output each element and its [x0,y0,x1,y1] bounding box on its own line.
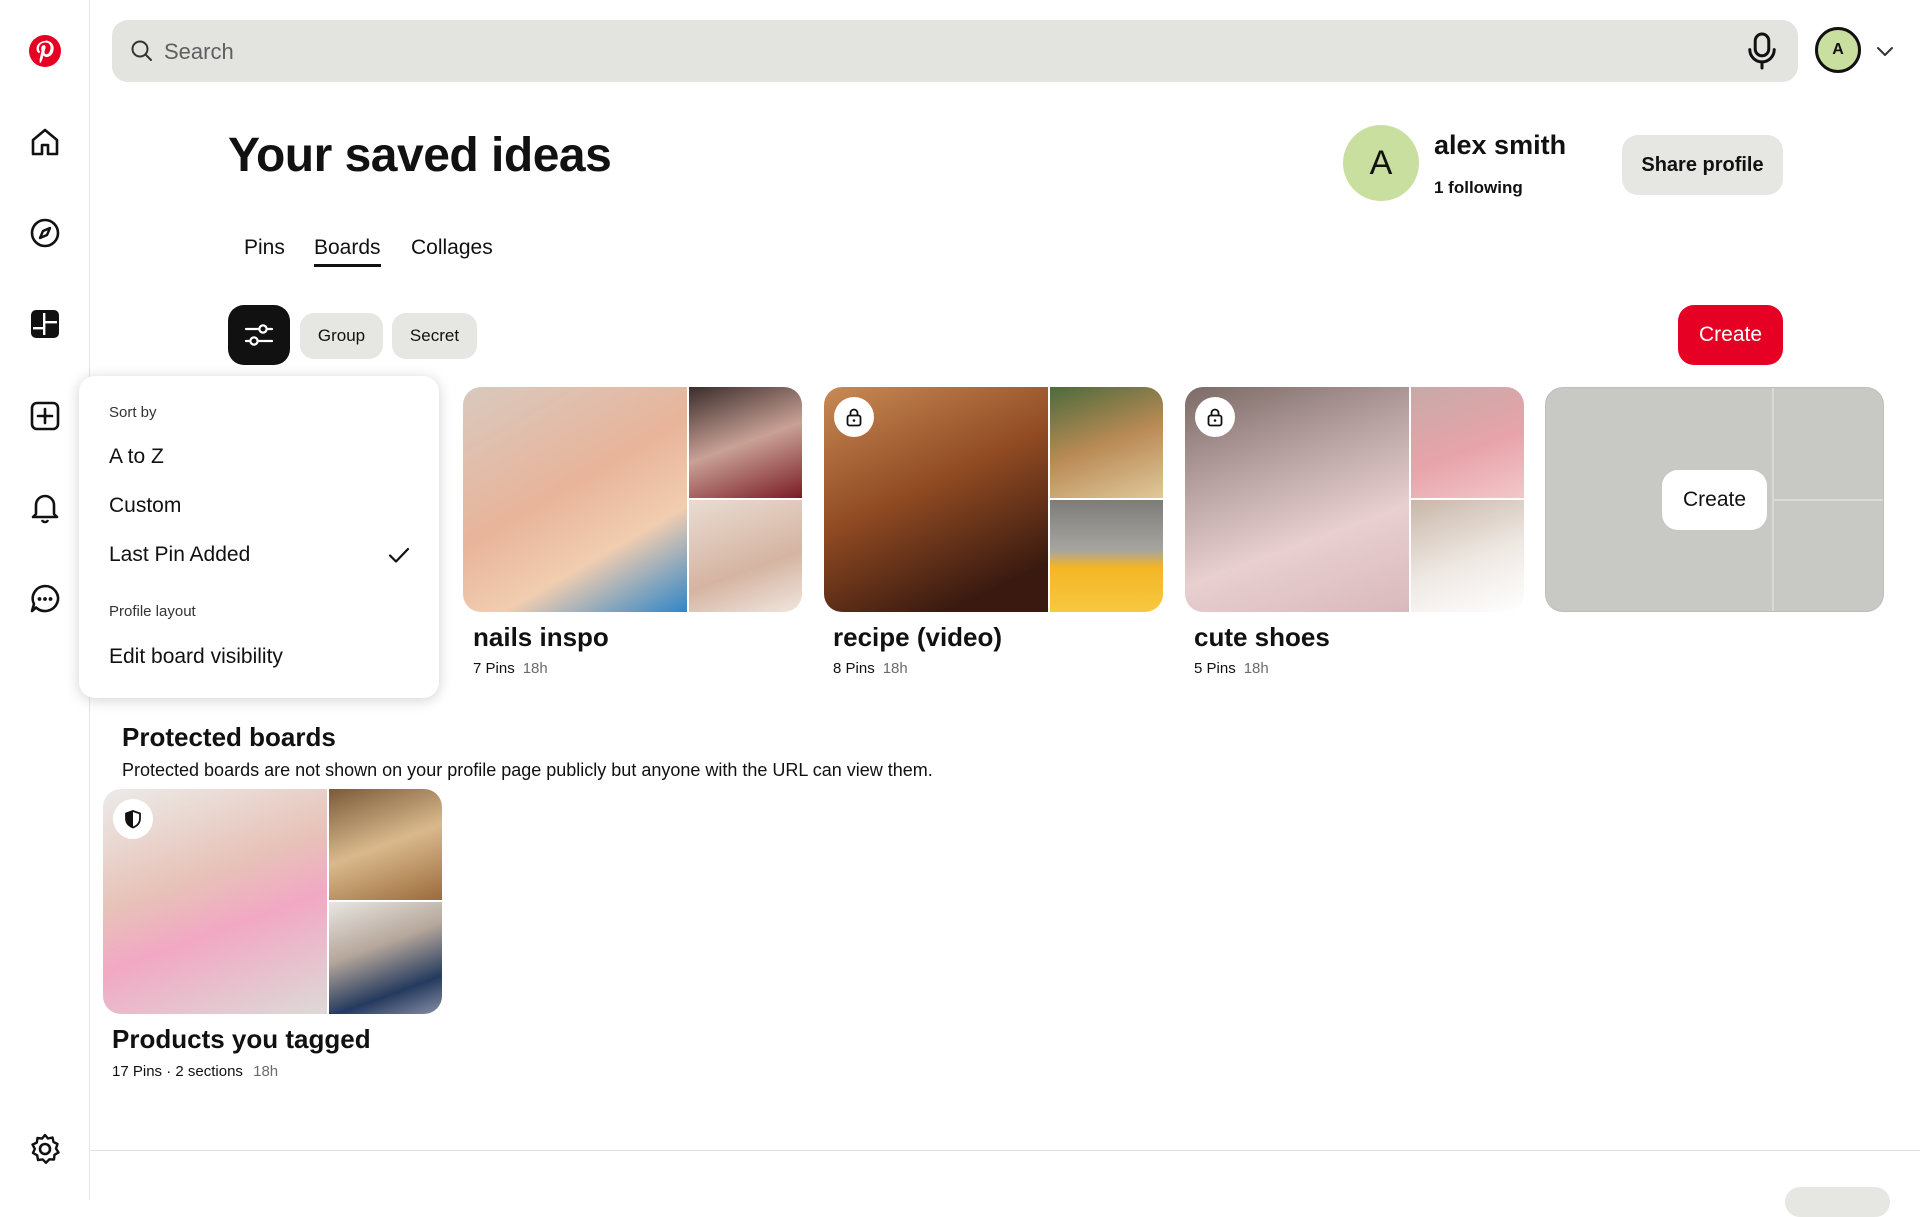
sidebar [0,0,90,1200]
tab-pins[interactable]: Pins [244,236,285,260]
group-filter-chip[interactable]: Group [300,313,383,359]
board-thumb-image [1050,387,1163,498]
board-thumb-image [689,500,802,612]
board-title[interactable]: Products you tagged [112,1024,371,1055]
filter-sliders-icon [244,324,274,346]
home-icon[interactable] [25,122,65,162]
board-age: 18h [522,660,548,677]
board-card-recipe-video[interactable] [824,387,1163,612]
boards-icon[interactable] [25,304,65,344]
board-thumb-image [1050,500,1163,612]
board-meta: 17 Pins · 2 sections 18h [112,1063,278,1080]
profile-name[interactable]: alex smith [1434,130,1566,161]
board-meta: 8 Pins 18h [833,660,908,677]
create-board-button[interactable]: Create [1662,470,1767,530]
protected-boards-heading: Protected boards [122,722,336,752]
explore-icon[interactable] [25,213,65,253]
following-count[interactable]: 1 following [1434,178,1523,198]
tab-boards[interactable]: Boards [314,236,381,267]
board-card-products-you-tagged[interactable] [103,789,442,1014]
page-divider [90,1150,1920,1151]
shield-icon [113,799,153,839]
pinterest-logo-icon[interactable] [25,31,65,71]
chevron-down-icon[interactable] [1874,40,1896,62]
settings-icon[interactable] [25,1129,65,1169]
edit-board-visibility-option[interactable]: Edit board visibility [109,645,283,669]
check-icon [388,547,410,563]
sort-option-custom[interactable]: Custom [109,494,181,518]
create-button[interactable]: Create [1678,305,1783,365]
microphone-icon[interactable] [1744,32,1780,70]
board-title[interactable]: recipe (video) [833,622,1002,653]
board-meta: 7 Pins 18h [473,660,548,677]
pin-count: 17 Pins [112,1063,163,1080]
board-cover-image [463,387,687,612]
board-thumb-image [1411,500,1524,612]
notifications-icon[interactable] [25,487,65,527]
empty-board-placeholder: Create [1545,387,1884,612]
board-card-cute-shoes[interactable] [1185,387,1524,612]
board-title[interactable]: cute shoes [1194,622,1330,653]
board-title[interactable]: nails inspo [473,622,609,653]
sort-dropdown-menu: Sort by A to Z Custom Last Pin Added Pro… [79,376,439,698]
board-meta: 5 Pins 18h [1194,660,1269,677]
share-profile-button[interactable]: Share profile [1622,135,1783,195]
messages-icon[interactable] [25,579,65,619]
pin-count: 7 Pins [473,660,515,677]
divider [1772,499,1883,501]
pin-count: 8 Pins [833,660,875,677]
avatar-initial: A [1832,41,1844,58]
meta-separator: · [166,1063,172,1080]
profile-initial: A [1369,143,1393,182]
search-icon [131,40,152,61]
tab-collages[interactable]: Collages [411,236,493,260]
board-thumb-image [329,902,442,1014]
board-age: 18h [1243,660,1269,677]
profile-avatar[interactable]: A [1343,125,1419,201]
user-avatar[interactable]: A [1815,27,1861,73]
search-bar [112,20,1798,82]
board-thumb-image [329,789,442,900]
profile-layout-label: Profile layout [109,603,196,620]
sort-option-a-to-z[interactable]: A to Z [109,445,164,469]
protected-boards-description: Protected boards are not shown on your p… [122,760,933,780]
search-input[interactable] [162,28,1726,76]
secret-lock-icon [834,397,874,437]
sort-by-label: Sort by [109,404,157,421]
board-age: 18h [882,660,908,677]
board-age: 18h [253,1063,279,1080]
create-icon[interactable] [25,396,65,436]
sort-option-last-pin-added[interactable]: Last Pin Added [109,543,250,567]
secret-lock-icon [1195,397,1235,437]
bottom-pill-button[interactable] [1785,1187,1890,1217]
board-thumb-image [689,387,802,498]
pin-count: 5 Pins [1194,660,1236,677]
board-card-nails-inspo[interactable] [463,387,802,612]
sort-filter-button[interactable] [228,305,290,365]
section-count: 2 sections [175,1063,243,1080]
page-title: Your saved ideas [228,129,612,182]
board-thumb-image [1411,387,1524,498]
secret-filter-chip[interactable]: Secret [392,313,477,359]
